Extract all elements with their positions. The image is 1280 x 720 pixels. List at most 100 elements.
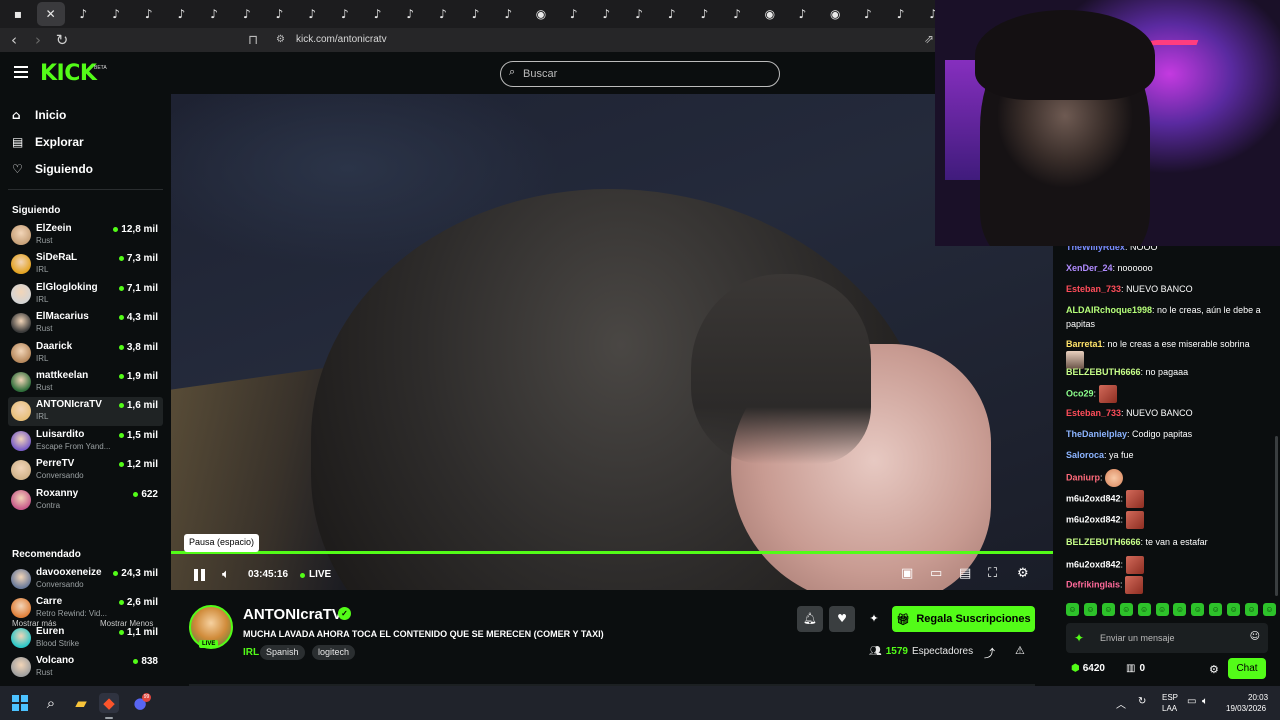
quick-emote-icon[interactable]: ☺	[1173, 603, 1187, 616]
pip-icon[interactable]: ▤	[959, 566, 971, 581]
browser-tab[interactable]: ♪	[167, 2, 195, 26]
kick-logo[interactable]: KICK	[40, 61, 97, 86]
quick-emote-icon[interactable]: ☺	[1101, 603, 1115, 616]
browser-tab[interactable]: ♪	[462, 2, 490, 26]
browser-tab[interactable]: ◉	[821, 2, 849, 26]
chat-username[interactable]: TheWillyRdex	[1066, 246, 1125, 252]
sidebar-channel-perretv[interactable]: PerreTV Conversando 1,2 mil	[8, 456, 163, 485]
chat-username[interactable]: TheDanielplay	[1066, 429, 1127, 439]
share-icon[interactable]: ⇗	[924, 32, 934, 46]
back-icon[interactable]: ‹	[4, 31, 24, 49]
sidebar-channel-roxanny[interactable]: Roxanny Contra 622	[8, 486, 163, 515]
fullscreen-icon[interactable]: ⛶	[988, 566, 997, 581]
clock-time[interactable]: 20:03	[1248, 693, 1268, 702]
chat-username[interactable]: BELZEBUTH6666	[1066, 367, 1141, 377]
chat-username[interactable]: m6u2oxd842	[1066, 493, 1121, 503]
browser-tab[interactable]: ♪	[625, 2, 653, 26]
browser-tab[interactable]: ♪	[331, 2, 359, 26]
chat-username[interactable]: Saloroca	[1066, 450, 1104, 460]
chat-username[interactable]: Defrikinglais	[1066, 579, 1120, 589]
quick-emote-icon[interactable]: ☺	[1245, 603, 1259, 616]
bookmark-icon[interactable]: ⊓	[248, 32, 258, 48]
chat-username[interactable]: BELZEBUTH6666	[1066, 537, 1141, 547]
miniplayer-icon[interactable]: ▣	[901, 566, 913, 581]
sidebar-channel-luisardito[interactable]: Luisardito Escape From Yand... 1,5 mil	[8, 427, 163, 456]
browser-tab[interactable]: ♪	[102, 2, 130, 26]
browser-tab[interactable]: ◉	[527, 2, 555, 26]
quick-emote-icon[interactable]: ☺	[1066, 603, 1079, 616]
browser-tab[interactable]: ♪	[69, 2, 97, 26]
sidebar-channel-elglogloking[interactable]: ElGlogloking IRL 7,1 mil	[8, 280, 163, 309]
category-link[interactable]: IRL	[243, 647, 259, 658]
chat-username[interactable]: m6u2oxd842	[1066, 514, 1121, 524]
share-icon[interactable]: ⤴	[984, 645, 995, 661]
browser-tab[interactable]: ◉	[756, 2, 784, 26]
nav-inicio[interactable]: ⌂ Inicio	[12, 106, 66, 124]
address-bar[interactable]: kick.com/antonicratv	[296, 34, 387, 45]
chat-username[interactable]: Barreta1	[1066, 339, 1103, 349]
chat-settings-icon[interactable]: ⚙	[1209, 663, 1219, 676]
store-button[interactable]: ▥ 0	[1126, 663, 1145, 674]
sparkle-button[interactable]: ✦	[861, 606, 887, 632]
report-icon[interactable]: ⚠	[1015, 644, 1025, 657]
quick-emote-icon[interactable]: ☺	[1137, 603, 1151, 616]
browser-tab[interactable]: ♪	[887, 2, 915, 26]
browser-tab[interactable]: ♪	[690, 2, 718, 26]
chat-scrollbar[interactable]	[1275, 436, 1278, 596]
sidebar-channel-daarick[interactable]: Daarick IRL 3,8 mil	[8, 339, 163, 368]
quick-emote-icon[interactable]: ☺	[1155, 603, 1169, 616]
quick-emote-icon[interactable]: ☺	[1262, 603, 1276, 616]
keyboard-layout[interactable]: LAA	[1162, 704, 1177, 713]
video-player[interactable]: Pausa (espacio) 🔈︎ 03:45:16 LIVE ▣ ▭ ▤ ⛶…	[171, 94, 1053, 590]
browser-tab[interactable]: ♪	[494, 2, 522, 26]
chat-input[interactable]: ✦ Enviar un mensaje ☺	[1066, 623, 1268, 653]
follow-heart-button[interactable]: ♥	[829, 606, 855, 632]
browser-tab[interactable]: ♪	[592, 2, 620, 26]
pause-button[interactable]	[193, 568, 207, 582]
nav-explorar[interactable]: ▤ Explorar	[12, 133, 84, 151]
windows-start-icon[interactable]	[12, 695, 28, 711]
file-explorer-icon[interactable]: ▰	[71, 693, 91, 713]
search-input[interactable]: ⌕ Buscar	[500, 61, 780, 87]
hamburger-menu-icon[interactable]	[14, 66, 28, 78]
chat-send-button[interactable]: Chat	[1228, 658, 1266, 679]
browser-tab[interactable]: ♪	[560, 2, 588, 26]
browser-tab[interactable]: ♪	[298, 2, 326, 26]
browser-tab[interactable]: ♪	[658, 2, 686, 26]
site-info-icon[interactable]: ⚙	[276, 34, 285, 45]
sidebar-channel-volcano[interactable]: Volcano Rust 838	[8, 653, 163, 682]
sidebar-channel-davooxeneize[interactable]: davooxeneize Conversando 24,3 mil	[8, 565, 163, 594]
browser-tab[interactable]: ♪	[233, 2, 261, 26]
tag-pill[interactable]: logitech	[312, 645, 356, 660]
chat-username[interactable]: Esteban_733	[1066, 284, 1121, 294]
volume-icon[interactable]: 🔈︎	[222, 567, 230, 582]
chat-username[interactable]: Daniurp	[1066, 472, 1100, 482]
quick-emote-icon[interactable]: ☺	[1083, 603, 1097, 616]
quick-emote-icon[interactable]: ☺	[1191, 603, 1205, 616]
quick-emote-icon[interactable]: ☺	[1119, 603, 1133, 616]
sidebar-channel-sideral[interactable]: SiDeRaL IRL 7,3 mil	[8, 250, 163, 279]
browser-tab[interactable]: ✕	[36, 2, 65, 26]
gift-subscriptions-button[interactable]: 🎁︎ Regala Suscripciones	[892, 606, 1035, 632]
browser-tab[interactable]: ♪	[200, 2, 228, 26]
chat-username[interactable]: Esteban_733	[1066, 408, 1121, 418]
taskbar-search-icon[interactable]: ⌕	[41, 693, 61, 713]
browser-tab[interactable]: ♪	[135, 2, 163, 26]
tray-chevron-icon[interactable]: ︿	[1116, 696, 1126, 711]
browser-tab[interactable]: ♪	[854, 2, 882, 26]
browser-tab[interactable]: ♪	[364, 2, 392, 26]
sidebar-channel-antonicratv[interactable]: ANTONIcraTV IRL 1,6 mil	[8, 397, 163, 427]
progress-bar[interactable]	[171, 551, 1053, 554]
browser-tab[interactable]: ♪	[723, 2, 751, 26]
sidebar-channel-mattkeelan[interactable]: mattkeelan Rust 1,9 mil	[8, 368, 163, 397]
browser-tab[interactable]: ♪	[266, 2, 294, 26]
brave-browser-icon[interactable]: ◆	[99, 693, 119, 713]
theater-mode-icon[interactable]: ▭	[930, 566, 942, 581]
sidebar-channel-elzeein[interactable]: ElZeein Rust 12,8 mil	[8, 221, 163, 250]
sidebar-channel-elmacarius[interactable]: ElMacarius Rust 4,3 mil	[8, 309, 163, 338]
browser-tab[interactable]: ♪	[396, 2, 424, 26]
sparkle-icon[interactable]: ✦	[1074, 631, 1084, 645]
network-icon[interactable]: ▭	[1187, 696, 1196, 707]
channel-points[interactable]: ⬢ 6420	[1071, 663, 1105, 674]
sidebar-channel-carre[interactable]: Carre Retro Rewind: Vid... 2,6 mil	[8, 594, 163, 623]
